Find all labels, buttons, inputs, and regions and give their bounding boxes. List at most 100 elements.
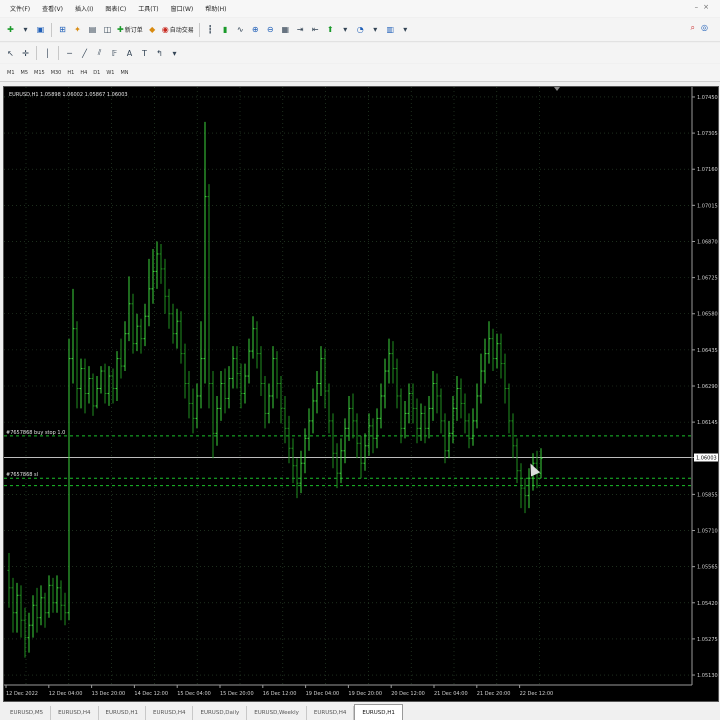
ohlc-bar — [483, 338, 487, 384]
tab-eurusd-weekly[interactable]: EURUSD,Weekly — [247, 706, 307, 720]
ohlc-bar — [11, 577, 15, 633]
chart-window[interactable]: #7657868 buy stop 1.0 #7657868 sl 1.0745… — [3, 86, 719, 702]
ohlc-bar — [331, 413, 335, 469]
menu-window[interactable]: 窗口(W) — [165, 4, 200, 13]
dropdown-icon[interactable]: ▾ — [168, 47, 181, 60]
zoom-in-icon[interactable]: ⊕ — [249, 23, 262, 36]
strategy-tester-icon[interactable]: ◫ — [101, 23, 114, 36]
menu-help[interactable]: 帮助(H) — [199, 4, 232, 13]
ohlc-bar — [243, 363, 247, 404]
menu-tools[interactable]: 工具(T) — [132, 4, 164, 13]
time-tick-label: 19 Dec 04:00 — [306, 691, 340, 697]
autotrading-button[interactable]: ◉ 自动交易 — [160, 25, 196, 34]
indicators-icon[interactable]: ⬆ — [324, 23, 337, 36]
templates-icon[interactable]: ▥ — [384, 23, 397, 36]
price-tick-label: 1.07305 — [697, 131, 718, 137]
ohlc-bar — [407, 383, 411, 424]
ohlc-bar — [99, 366, 103, 394]
chart-grid — [4, 87, 692, 685]
timeframe-d1[interactable]: D1 — [90, 70, 103, 76]
cursor-icon[interactable]: ↖ — [4, 47, 17, 60]
crosshair-icon[interactable]: ✛ — [19, 47, 32, 60]
tab-eurusd-h4[interactable]: EURUSD,H4 — [51, 706, 99, 720]
new-chart-icon[interactable]: ✚ — [4, 23, 17, 36]
search-icon[interactable]: ⌕ — [691, 23, 701, 32]
ohlc-bar — [51, 577, 55, 613]
channel-icon[interactable]: ⫽ — [93, 47, 106, 60]
menu-view[interactable]: 查看(V) — [36, 4, 69, 13]
menu-file[interactable]: 文件(F) — [4, 4, 36, 13]
ohlc-bar — [87, 366, 91, 404]
ohlc-bar — [287, 415, 291, 464]
timeframe-m1[interactable]: M1 — [4, 70, 18, 76]
timeframe-m5[interactable]: M5 — [18, 70, 32, 76]
new-order-button[interactable]: ✚ 新订单 — [115, 25, 145, 34]
zoom-out-icon[interactable]: ⊖ — [264, 23, 277, 36]
line-chart-icon[interactable]: ∿ — [234, 23, 247, 36]
profiles-icon[interactable]: ▾ — [19, 23, 32, 36]
navigator-icon[interactable]: ✦ — [71, 23, 84, 36]
time-tick-label: 12 Dec 04:00 — [49, 691, 83, 697]
ohlc-bar — [211, 371, 215, 459]
tab-eurusd-h1[interactable]: EURUSD,H1 — [99, 706, 147, 720]
fibonacci-icon[interactable]: 𝔽 — [108, 47, 121, 60]
candlestick-icon[interactable]: ▮ — [219, 23, 232, 36]
ohlc-bar — [335, 443, 339, 489]
tile-windows-icon[interactable]: ▦ — [279, 23, 292, 36]
tab-eurusd-m5[interactable]: EURUSD,M5 — [3, 706, 52, 720]
ohlc-bar — [191, 388, 195, 434]
label-icon[interactable]: T — [138, 47, 151, 60]
ohlc-bar — [107, 366, 111, 406]
timeframe-h4[interactable]: H4 — [77, 70, 90, 76]
tab-eurusd-h1-active[interactable]: EURUSD,H1 — [354, 704, 403, 720]
ohlc-bar — [227, 366, 231, 409]
chart-shift-icon[interactable]: ⇤ — [309, 23, 322, 36]
timeframe-mn[interactable]: MN — [117, 70, 131, 76]
minimize-icon[interactable]: – — [695, 3, 704, 11]
autoscroll-icon[interactable]: ⇥ — [294, 23, 307, 36]
data-window-icon[interactable]: ⊞ — [56, 23, 69, 36]
periods-icon[interactable]: ◔ — [354, 23, 367, 36]
ohlc-bar — [367, 413, 371, 456]
timeframe-h1[interactable]: H1 — [64, 70, 77, 76]
menu-insert[interactable]: 插入(I) — [69, 4, 99, 13]
tab-eurusd-h4[interactable]: EURUSD,H4 — [146, 706, 194, 720]
trendline-icon[interactable]: ╱ — [78, 47, 91, 60]
ohlc-bar — [83, 358, 87, 414]
timeframe-m30[interactable]: M30 — [48, 70, 65, 76]
arrows-icon[interactable]: ↰ — [153, 47, 166, 60]
order-levels: #7657868 buy stop 1.0 #7657868 sl — [4, 430, 692, 487]
price-tick-label: 1.07160 — [697, 167, 718, 173]
ohlc-bar — [195, 383, 199, 429]
ohlc-bar — [439, 388, 443, 434]
ohlc-bar — [247, 338, 251, 384]
time-tick-label: 13 Dec 20:00 — [92, 691, 126, 697]
price-tick-label: 1.06290 — [697, 384, 718, 390]
horizontal-line-icon[interactable]: ─ — [63, 47, 76, 60]
community-icon[interactable]: ◎ — [701, 23, 714, 32]
tab-eurusd-h4[interactable]: EURUSD,H4 — [307, 706, 355, 720]
terminal-window: 文件(F) 查看(V) 插入(I) 图表(C) 工具(T) 窗口(W) 帮助(H… — [0, 0, 720, 720]
metaeditor-icon[interactable]: ◆ — [146, 23, 159, 36]
timeframe-m15[interactable]: M15 — [31, 70, 48, 76]
vertical-line-icon[interactable]: │ — [41, 47, 54, 60]
close-icon[interactable]: × — [703, 3, 714, 11]
dropdown-icon[interactable]: ▾ — [339, 23, 352, 36]
dropdown-icon[interactable]: ▾ — [399, 23, 412, 36]
terminal-icon[interactable]: ▤ — [86, 23, 99, 36]
menu-charts[interactable]: 图表(C) — [99, 4, 132, 13]
ohlc-bar — [115, 351, 119, 401]
text-icon[interactable]: A — [123, 47, 136, 60]
dropdown-icon[interactable]: ▾ — [369, 23, 382, 36]
ohlc-bar — [103, 363, 107, 404]
price-tick-label: 1.07450 — [697, 95, 718, 101]
market-watch-icon[interactable]: ▣ — [34, 23, 47, 36]
price-chart[interactable]: #7657868 buy stop 1.0 #7657868 sl 1.0745… — [4, 87, 720, 703]
ohlc-bar — [223, 368, 227, 414]
timeframe-w1[interactable]: W1 — [103, 70, 117, 76]
tab-eurusd-daily[interactable]: EURUSD,Daily — [193, 706, 248, 720]
bar-chart-icon[interactable]: ┇ — [204, 23, 217, 36]
ohlc-bar — [343, 418, 347, 464]
ohlc-bar — [459, 378, 463, 419]
shift-marker-icon[interactable] — [554, 87, 560, 91]
